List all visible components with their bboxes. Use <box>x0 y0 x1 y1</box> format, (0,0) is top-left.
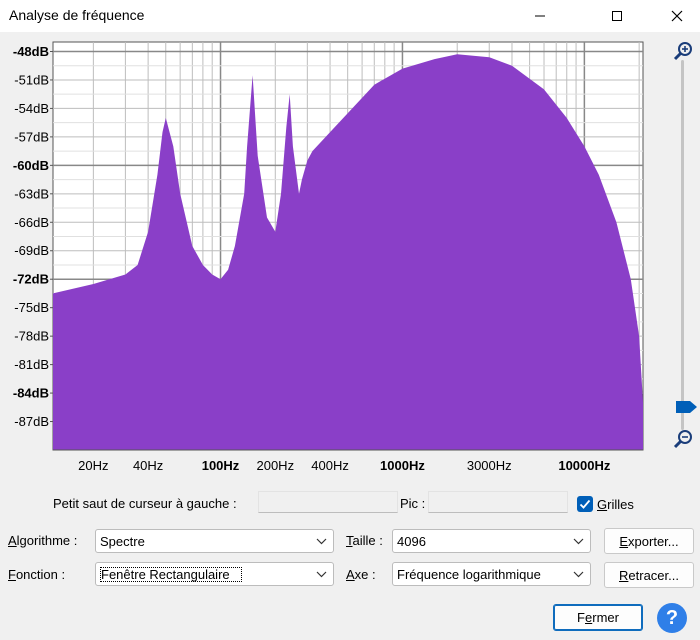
close-window-button[interactable] <box>654 0 700 32</box>
axis-value: Fréquence logarithmique <box>397 567 541 582</box>
y-tick-label: -87dB <box>14 414 49 429</box>
size-value: 4096 <box>397 534 426 549</box>
algorithm-label: Algorithme : <box>8 533 78 548</box>
cursor-field <box>258 491 398 513</box>
function-value: Fenêtre Rectangulaire <box>98 565 244 584</box>
x-tick-label: 1000Hz <box>380 458 425 473</box>
y-tick-label: -48dB <box>13 44 49 59</box>
x-tick-label: 10000Hz <box>558 458 611 473</box>
spectrum-chart[interactable]: -48dB -51dB -54dB -57dB -60dB -63dB -66dB -69dB… <box>0 32 700 482</box>
chevron-down-icon <box>316 538 327 545</box>
y-axis-ticks: -48dB -51dB -54dB -57dB -60dB -63dB -66dB -69dB… <box>13 44 53 429</box>
chevron-down-icon <box>316 571 327 578</box>
cursor-label: Petit saut de curseur à gauche : <box>53 496 237 511</box>
zoom-out-icon <box>673 430 692 449</box>
x-tick-label: 20Hz <box>78 458 108 473</box>
minimize-button[interactable] <box>517 0 563 32</box>
title-bar: Analyse de fréquence <box>0 0 700 32</box>
y-tick-label: -66dB <box>14 215 49 230</box>
minimize-icon <box>535 15 545 17</box>
close-button[interactable]: Fermer <box>553 604 643 631</box>
size-select[interactable]: 4096 <box>392 529 591 553</box>
zoom-in-button[interactable] <box>673 40 695 62</box>
x-tick-label: 400Hz <box>311 458 349 473</box>
algorithm-select[interactable]: Spectre <box>95 529 334 553</box>
help-button[interactable]: ? <box>657 603 687 633</box>
y-tick-label: -69dB <box>14 243 49 258</box>
peak-label: Pic : <box>400 496 426 511</box>
x-tick-label: 40Hz <box>133 458 163 473</box>
function-label: Fonction : <box>8 567 66 582</box>
y-tick-label: -78dB <box>14 329 49 344</box>
export-button[interactable]: Exporter... <box>604 528 694 554</box>
y-tick-label: -81dB <box>14 357 49 372</box>
window-title: Analyse de fréquence <box>9 7 145 23</box>
y-tick-label: -75dB <box>14 300 49 315</box>
chevron-down-icon <box>573 538 584 545</box>
size-label: Taille : <box>346 533 383 548</box>
x-axis-ticks: 20Hz 40Hz 100Hz 200Hz 400Hz 1000Hz 3000Hz 10000… <box>78 458 611 473</box>
close-icon <box>671 10 683 22</box>
y-tick-label: -57dB <box>14 129 49 144</box>
zoom-in-icon <box>673 42 692 61</box>
x-tick-label: 100Hz <box>202 458 240 473</box>
y-tick-label: -84dB <box>13 386 49 401</box>
maximize-icon <box>612 11 622 21</box>
grid-checkbox[interactable] <box>577 496 593 512</box>
zoom-slider-track[interactable] <box>681 60 684 430</box>
help-icon: ? <box>665 606 679 629</box>
y-tick-label: -54dB <box>14 101 49 116</box>
zoom-slider-thumb[interactable] <box>676 401 698 413</box>
y-tick-label: -72dB <box>13 272 49 287</box>
y-tick-label: -60dB <box>13 158 49 173</box>
function-select[interactable]: Fenêtre Rectangulaire <box>95 562 334 586</box>
zoom-out-button[interactable] <box>673 428 695 450</box>
axis-select[interactable]: Fréquence logarithmique <box>392 562 591 586</box>
grid-label: Grilles <box>597 497 634 512</box>
chevron-down-icon <box>573 571 584 578</box>
axis-label: Axe : <box>346 567 376 582</box>
maximize-button[interactable] <box>594 0 640 32</box>
replot-button[interactable]: Retracer... <box>604 562 694 588</box>
spectrum-panel: -48dB -51dB -54dB -57dB -60dB -63dB -66dB -69dB… <box>0 32 700 482</box>
x-tick-label: 200Hz <box>256 458 294 473</box>
checkmark-icon <box>579 499 591 509</box>
y-tick-label: -51dB <box>14 72 49 87</box>
y-tick-label: -63dB <box>14 186 49 201</box>
peak-field <box>428 491 568 513</box>
algorithm-value: Spectre <box>100 534 145 549</box>
x-tick-label: 3000Hz <box>467 458 512 473</box>
